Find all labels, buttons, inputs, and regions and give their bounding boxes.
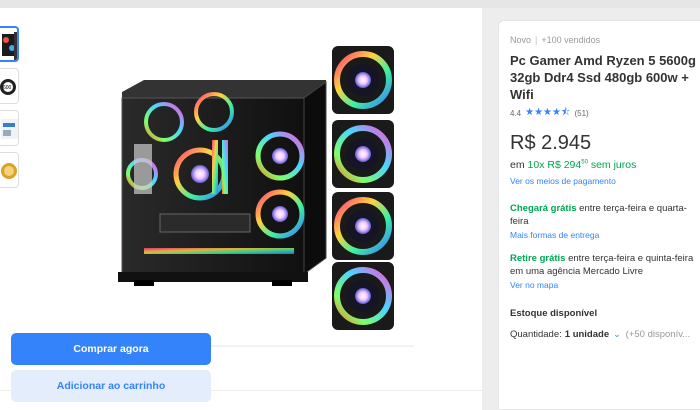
thumbnail-1[interactable] <box>0 26 19 62</box>
add-to-cart-button[interactable]: Adicionar ao carrinho <box>11 370 211 402</box>
shipping-highlight: Chegará grátis <box>510 203 577 214</box>
installments-value: 10x R$ 29450 sem juros <box>527 159 637 171</box>
installments-suffix: sem juros <box>590 159 637 171</box>
product-page: 600 Novo | +100 vendidos Pc Gamer Amd Ry… <box>0 0 700 410</box>
buy-box: Novo | +100 vendidos Pc Gamer Amd Ryzen 5 … <box>498 20 700 410</box>
reviews-count: (51) <box>574 109 589 118</box>
thumbnail-4[interactable] <box>0 152 19 188</box>
thumbnail-list: 600 <box>0 26 20 194</box>
buy-now-button[interactable]: Comprar agora <box>11 333 211 365</box>
star-icon: ★★★★⯪ <box>525 107 571 118</box>
thumbnail-3[interactable] <box>0 110 19 146</box>
shipping-options-link[interactable]: Mais formas de entrega <box>510 230 700 240</box>
installments-cents: 50 <box>581 159 588 166</box>
installments: em 10x R$ 29450 sem juros <box>510 159 700 171</box>
thumbnail-2[interactable]: 600 <box>0 68 19 104</box>
sold-count: +100 vendidos <box>541 35 601 45</box>
product-title: Pc Gamer Amd Ryzen 5 5600g 32gb Ddr4 Ssd… <box>510 53 696 102</box>
quantity-label: Quantidade: <box>510 329 562 340</box>
condition-label: Novo <box>510 35 532 45</box>
chevron-down-icon: ⌄ <box>613 329 621 339</box>
product-subtitle: Novo | +100 vendidos <box>510 35 700 45</box>
quantity-selector[interactable]: Quantidade: 1 unidade ⌄ (+50 disponív... <box>510 329 700 340</box>
product-main-image[interactable] <box>104 36 414 348</box>
rating[interactable]: 4.4 ★★★★⯪ (51) <box>510 105 700 122</box>
pickup-info: Retire grátis entre terça-feira e quinta… <box>510 252 700 278</box>
rating-value: 4.4 <box>510 109 522 118</box>
quantity-value: 1 unidade <box>564 329 610 340</box>
svg-text:600: 600 <box>3 85 12 91</box>
price: R$ 2.945 <box>510 132 592 154</box>
top-bar <box>0 0 700 8</box>
separator: | <box>535 35 538 45</box>
available-count: (+50 disponív... <box>625 329 691 340</box>
pickup-highlight: Retire grátis <box>510 253 566 264</box>
shipping-info: Chegará grátis entre terça-feira e quart… <box>510 202 700 228</box>
stock-title: Estoque disponível <box>510 308 598 319</box>
payment-methods-link[interactable]: Ver os meios de pagamento <box>510 176 700 186</box>
installments-prefix: em <box>510 159 525 171</box>
map-link[interactable]: Ver no mapa <box>510 280 700 290</box>
